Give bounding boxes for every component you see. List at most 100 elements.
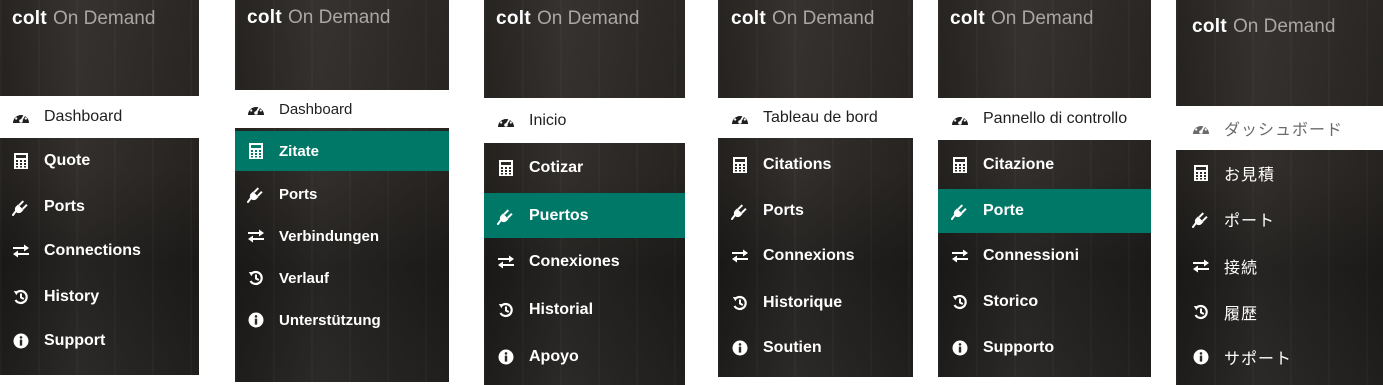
nav-item-history[interactable]: Historique: [718, 281, 913, 324]
plug-icon: [495, 207, 517, 225]
info-icon: [949, 340, 971, 356]
nav-item-ports[interactable]: Puertos: [484, 193, 685, 238]
nav-item-label: サポート: [1224, 351, 1293, 368]
nav-item-quote[interactable]: Zitate: [235, 131, 449, 171]
nav-item-connections[interactable]: Verbindungen: [235, 216, 449, 256]
nav-item-label: Dashboard: [279, 100, 353, 118]
history-icon: [10, 289, 32, 305]
nav-item-history[interactable]: 履歴: [1176, 290, 1383, 334]
nav-item-dashboard[interactable]: ダッシュボード: [1176, 106, 1383, 150]
brand-primary: colt: [731, 8, 766, 29]
nav-item-support[interactable]: Support: [0, 320, 199, 362]
brand-logo[interactable]: colt On Demand: [950, 8, 1093, 32]
exchange-arrows-icon: [949, 249, 971, 263]
nav-item-quote[interactable]: Quote: [0, 140, 199, 182]
nav-item-ports[interactable]: Ports: [718, 189, 913, 232]
exchange-arrows-icon: [729, 249, 751, 263]
nav-item-ports[interactable]: Ports: [0, 186, 199, 228]
nav-item-label: Connections: [44, 242, 141, 259]
dashboard-icon: [729, 110, 751, 126]
nav-item-label: ダッシュボード: [1224, 122, 1344, 139]
nav-item-label: ポート: [1224, 213, 1276, 230]
nav-item-label: Dashboard: [44, 108, 123, 125]
nav-item-label: Apoyo: [529, 347, 579, 365]
nav-item-dashboard[interactable]: Inicio: [484, 98, 685, 143]
nav-item-label: Verlauf: [279, 269, 330, 287]
nav-item-label: Connexions: [763, 246, 855, 264]
nav-item-quote[interactable]: Citazione: [938, 143, 1151, 187]
brand-secondary: On Demand: [52, 8, 156, 29]
nav-item-label: Ports: [763, 201, 804, 219]
dashboard-icon: [949, 111, 971, 127]
nav-item-label: Connessioni: [983, 247, 1080, 264]
brand-logo[interactable]: colt On Demand: [247, 7, 390, 31]
nav-item-ports[interactable]: ポート: [1176, 197, 1383, 241]
nav-item-history[interactable]: Verlauf: [235, 258, 449, 298]
nav-item-label: Historial: [529, 300, 594, 318]
brand-primary: colt: [496, 8, 531, 29]
nav-item-history[interactable]: Storico: [938, 280, 1151, 324]
nav-item-ports[interactable]: Ports: [235, 174, 449, 214]
info-icon: [729, 340, 751, 356]
brand-logo[interactable]: colt On Demand: [1192, 16, 1335, 40]
nav-item-label: Pannello di controllo: [983, 110, 1128, 127]
nav-item-label: お見積: [1224, 167, 1276, 184]
history-icon: [495, 302, 517, 318]
calculator-icon: [1190, 165, 1212, 181]
nav-item-label: Soutien: [763, 338, 822, 356]
brand-logo[interactable]: colt On Demand: [12, 8, 155, 32]
nav-item-label: Porte: [983, 202, 1024, 219]
nav-item-support[interactable]: Unterstützung: [235, 300, 449, 340]
sidebar-panel-english: colt On Demand Dashboard Quote Ports Con…: [0, 0, 199, 375]
nav-item-label: Quote: [44, 152, 91, 169]
nav-item-label: Cotizar: [529, 158, 584, 176]
brand-logo[interactable]: colt On Demand: [496, 8, 639, 32]
nav-item-connections[interactable]: Connessioni: [938, 234, 1151, 278]
nav-item-quote[interactable]: Cotizar: [484, 145, 685, 190]
dashboard-icon: [10, 109, 32, 125]
brand-secondary: On Demand: [287, 7, 391, 28]
history-icon: [1190, 304, 1212, 320]
plug-icon: [1190, 210, 1212, 228]
history-icon: [729, 295, 751, 311]
nav-item-support[interactable]: Supporto: [938, 326, 1151, 370]
nav-item-label: History: [44, 288, 100, 305]
nav-item-support[interactable]: Apoyo: [484, 334, 685, 379]
nav-item-support[interactable]: Soutien: [718, 326, 913, 369]
nav-item-label: Ports: [279, 185, 318, 203]
nav-item-connections[interactable]: Conexiones: [484, 239, 685, 284]
nav-item-dashboard[interactable]: Tableau de bord: [718, 98, 913, 138]
info-icon: [495, 349, 517, 365]
calculator-icon: [495, 159, 517, 176]
brand-primary: colt: [12, 8, 47, 29]
sidebar-panel-german: colt On Demand Dashboard Zitate Ports Ve…: [235, 0, 449, 382]
sidebar-panel-french: colt On Demand Tableau de bord Citations…: [718, 0, 913, 377]
nav-item-connections[interactable]: Connexions: [718, 234, 913, 277]
calculator-icon: [949, 157, 971, 173]
nav-item-dashboard[interactable]: Dashboard: [235, 90, 449, 128]
calculator-icon: [245, 143, 267, 159]
nav-item-label: Tableau de bord: [763, 109, 878, 126]
nav-item-dashboard[interactable]: Dashboard: [0, 96, 199, 138]
nav-item-dashboard[interactable]: Pannello di controllo: [938, 98, 1151, 140]
plug-icon: [729, 202, 751, 220]
nav-item-label: Puertos: [529, 206, 589, 224]
info-icon: [1190, 349, 1212, 365]
exchange-arrows-icon: [10, 244, 32, 258]
nav-item-quote[interactable]: お見積: [1176, 151, 1383, 195]
nav-item-label: 接続: [1224, 260, 1259, 277]
nav-item-quote[interactable]: Citations: [718, 143, 913, 186]
sidebar-panel-italian: colt On Demand Pannello di controllo Cit…: [938, 0, 1151, 377]
plug-icon: [949, 202, 971, 220]
nav-item-connections[interactable]: Connections: [0, 230, 199, 272]
nav-item-ports[interactable]: Porte: [938, 189, 1151, 233]
nav-item-label: Supporto: [983, 339, 1055, 356]
nav-item-history[interactable]: Historial: [484, 287, 685, 332]
nav-item-history[interactable]: History: [0, 276, 199, 318]
nav-item-label: Conexiones: [529, 252, 620, 270]
brand-logo[interactable]: colt On Demand: [731, 8, 874, 32]
nav-item-support[interactable]: サポート: [1176, 335, 1383, 379]
nav-item-label: Citations: [763, 155, 832, 173]
nav-item-connections[interactable]: 接続: [1176, 244, 1383, 288]
nav-item-label: Zitate: [279, 142, 320, 160]
